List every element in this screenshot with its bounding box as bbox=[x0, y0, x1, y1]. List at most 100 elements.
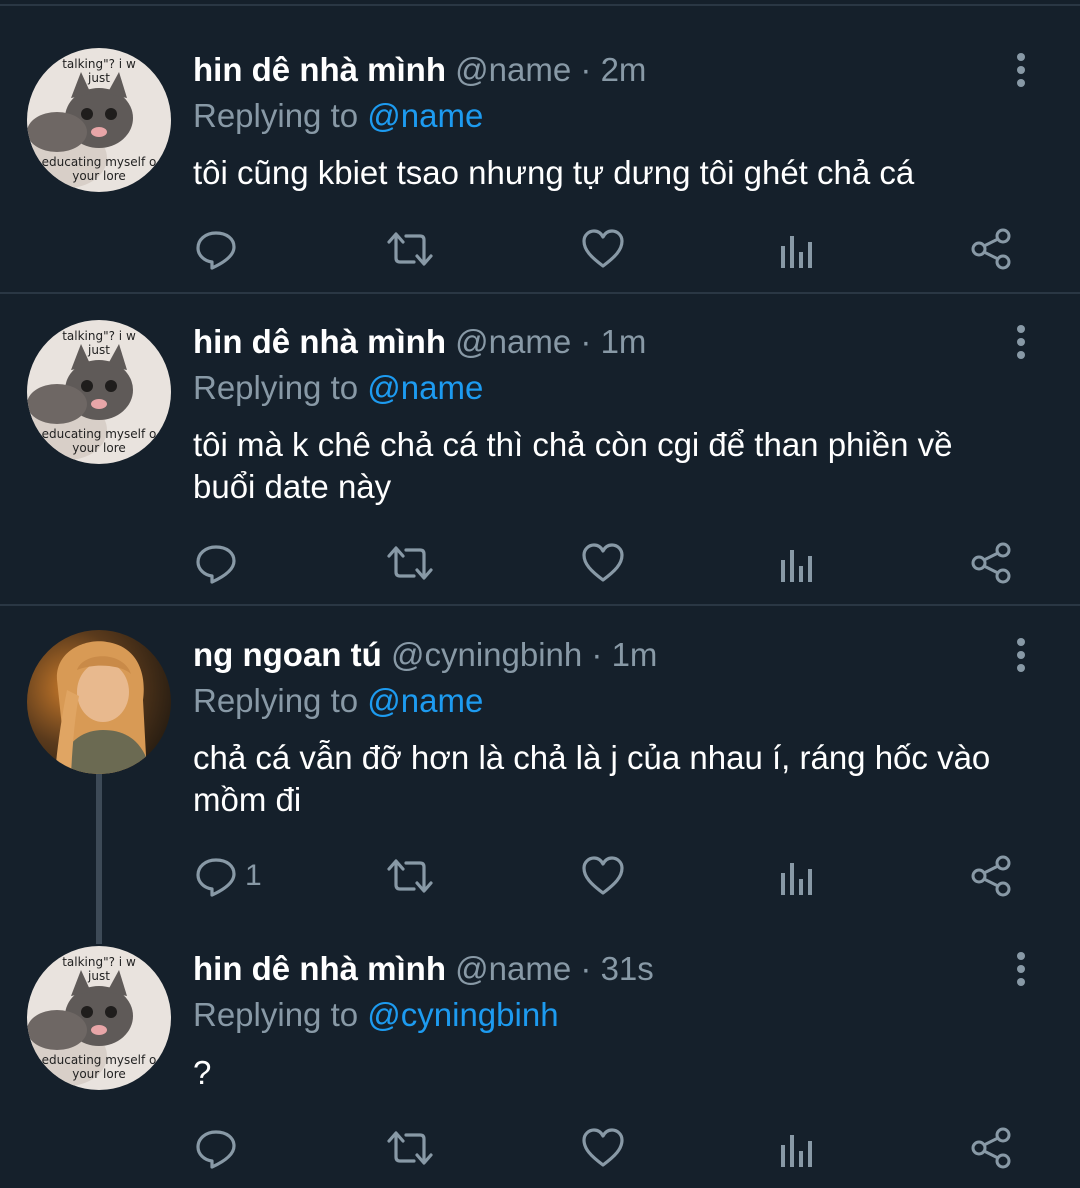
avatar-caption: your lore bbox=[72, 1067, 126, 1081]
timestamp[interactable]: 1m bbox=[601, 323, 647, 360]
avatar[interactable]: talking"? i w just educating myself o yo… bbox=[27, 48, 171, 192]
retweet-icon bbox=[385, 228, 435, 270]
like-button[interactable] bbox=[581, 851, 625, 901]
retweet-icon bbox=[385, 855, 435, 897]
display-name[interactable]: hin dê nhà mình bbox=[193, 950, 446, 987]
avatar-caption: just bbox=[87, 343, 110, 357]
tweet-actions bbox=[0, 224, 1080, 274]
tweet-header: hin dê nhà mình @name · 31s bbox=[193, 949, 654, 989]
tweet-actions bbox=[0, 538, 1080, 588]
replying-to-label: Replying to bbox=[193, 369, 368, 406]
timestamp[interactable]: 1m bbox=[612, 636, 658, 673]
like-button[interactable] bbox=[581, 1123, 625, 1173]
separator: · bbox=[571, 323, 601, 360]
tweet-header: hin dê nhà mình @name · 1m bbox=[193, 322, 646, 362]
tweet-text: ? bbox=[193, 1054, 212, 1091]
share-button[interactable] bbox=[969, 224, 1013, 274]
share-icon bbox=[969, 854, 1013, 898]
tweet-divider bbox=[0, 604, 1080, 606]
heart-icon bbox=[581, 1127, 625, 1169]
retweet-button[interactable] bbox=[385, 538, 435, 588]
tweet-divider bbox=[0, 292, 1080, 294]
share-icon bbox=[969, 541, 1013, 585]
more-vertical-icon[interactable] bbox=[1006, 635, 1036, 675]
analytics-button[interactable] bbox=[778, 851, 814, 901]
replying-to: Replying to @name bbox=[193, 96, 483, 136]
analytics-button[interactable] bbox=[778, 1123, 814, 1173]
reply-icon bbox=[195, 542, 237, 584]
avatar-caption: your lore bbox=[72, 169, 126, 183]
username[interactable]: @name bbox=[455, 51, 571, 88]
retweet-button[interactable] bbox=[385, 1123, 435, 1173]
tweet-text: tôi cũng kbiet tsao nhưng tự dưng tôi gh… bbox=[193, 154, 915, 191]
share-button[interactable] bbox=[969, 851, 1013, 901]
avatar-caption: your lore bbox=[72, 441, 126, 455]
tweet-text: tôi mà k chê chả cá thì chả còn cgi để t… bbox=[193, 426, 953, 505]
reply-button[interactable]: 1 bbox=[195, 851, 262, 901]
reply-icon bbox=[195, 855, 237, 897]
avatar[interactable]: talking"? i w just educating myself o yo… bbox=[27, 946, 171, 1090]
reply-icon bbox=[195, 1127, 237, 1169]
heart-icon bbox=[581, 228, 625, 270]
display-name[interactable]: ng ngoan tú bbox=[193, 636, 382, 673]
avatar-caption: just bbox=[87, 969, 110, 983]
mention-link[interactable]: @cyningbinh bbox=[367, 996, 558, 1033]
separator: · bbox=[571, 51, 601, 88]
avatar-caption: talking"? i w bbox=[62, 329, 136, 343]
timestamp[interactable]: 2m bbox=[601, 51, 647, 88]
analytics-button[interactable] bbox=[778, 538, 814, 588]
more-vertical-icon[interactable] bbox=[1006, 322, 1036, 362]
reply-button[interactable] bbox=[195, 1123, 245, 1173]
analytics-icon bbox=[778, 855, 814, 897]
replying-to: Replying to @name bbox=[193, 368, 483, 408]
like-button[interactable] bbox=[581, 224, 625, 274]
tweet-actions bbox=[0, 1123, 1080, 1173]
heart-icon bbox=[581, 542, 625, 584]
mention-link[interactable]: @name bbox=[367, 97, 483, 134]
separator: · bbox=[571, 950, 601, 987]
display-name[interactable]: hin dê nhà mình bbox=[193, 323, 446, 360]
avatar[interactable]: talking"? i w just educating myself o yo… bbox=[27, 320, 171, 464]
more-vertical-icon[interactable] bbox=[1006, 949, 1036, 989]
avatar[interactable] bbox=[27, 630, 171, 774]
username[interactable]: @cyningbinh bbox=[391, 636, 582, 673]
tweet-actions: 1 bbox=[0, 851, 1080, 901]
mention-link[interactable]: @name bbox=[367, 369, 483, 406]
share-button[interactable] bbox=[969, 538, 1013, 588]
retweet-icon bbox=[385, 542, 435, 584]
avatar-caption: talking"? i w bbox=[62, 955, 136, 969]
separator: · bbox=[582, 636, 612, 673]
top-divider bbox=[0, 4, 1080, 6]
analytics-icon bbox=[778, 1127, 814, 1169]
like-button[interactable] bbox=[581, 538, 625, 588]
avatar-caption: just bbox=[87, 71, 110, 85]
tweet-text: chả cá vẫn đỡ hơn là chả là j của nhau í… bbox=[193, 739, 991, 818]
replying-to-label: Replying to bbox=[193, 97, 368, 134]
retweet-icon bbox=[385, 1127, 435, 1169]
share-button[interactable] bbox=[969, 1123, 1013, 1173]
share-icon bbox=[969, 1126, 1013, 1170]
tweet-header: ng ngoan tú @cyningbinh · 1m bbox=[193, 635, 657, 675]
reply-button[interactable] bbox=[195, 538, 245, 588]
retweet-button[interactable] bbox=[385, 851, 435, 901]
avatar-caption: educating myself o bbox=[42, 427, 157, 441]
analytics-icon bbox=[778, 228, 814, 270]
retweet-button[interactable] bbox=[385, 224, 435, 274]
analytics-icon bbox=[778, 542, 814, 584]
display-name[interactable]: hin dê nhà mình bbox=[193, 51, 446, 88]
avatar-caption: educating myself o bbox=[42, 155, 157, 169]
reply-button[interactable] bbox=[195, 224, 245, 274]
avatar-caption: talking"? i w bbox=[62, 57, 136, 71]
share-icon bbox=[969, 227, 1013, 271]
username[interactable]: @name bbox=[455, 323, 571, 360]
tweet-header: hin dê nhà mình @name · 2m bbox=[193, 50, 646, 90]
avatar-caption: educating myself o bbox=[42, 1053, 157, 1067]
replying-to-label: Replying to bbox=[193, 682, 368, 719]
analytics-button[interactable] bbox=[778, 224, 814, 274]
more-vertical-icon[interactable] bbox=[1006, 50, 1036, 90]
username[interactable]: @name bbox=[455, 950, 571, 987]
mention-link[interactable]: @name bbox=[367, 682, 483, 719]
timestamp[interactable]: 31s bbox=[601, 950, 654, 987]
replying-to: Replying to @name bbox=[193, 681, 483, 721]
heart-icon bbox=[581, 855, 625, 897]
